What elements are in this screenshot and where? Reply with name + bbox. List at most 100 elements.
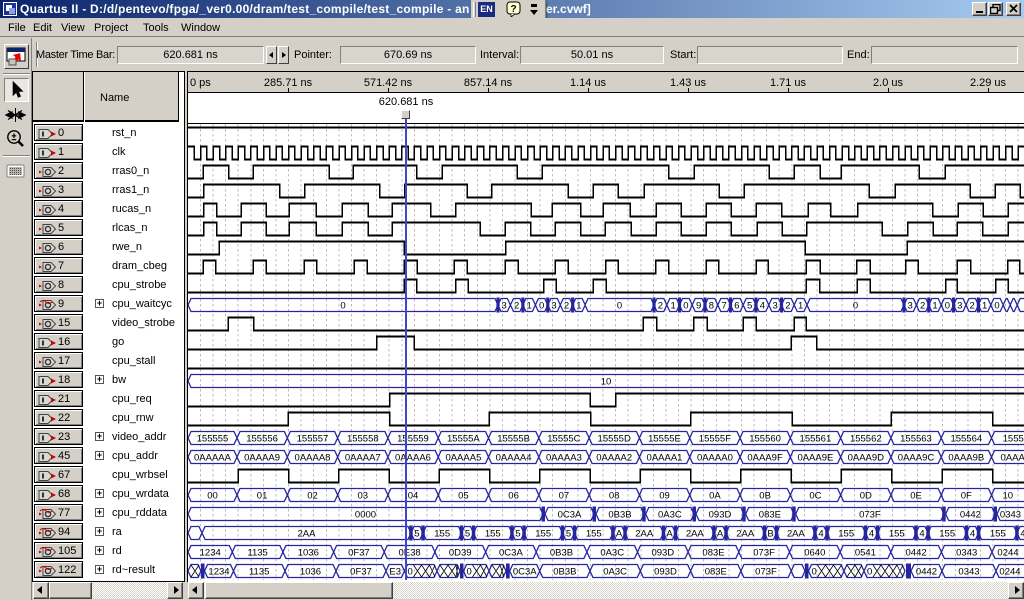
svg-text:15555D: 15555D [598,434,631,445]
svg-text:0B: 0B [759,491,771,502]
svg-text:0E: 0E [910,491,922,502]
svg-text:155565: 155565 [1003,434,1024,445]
svg-text:4: 4 [1020,529,1024,540]
svg-text:155: 155 [586,529,602,540]
svg-text:0A3C: 0A3C [603,567,627,578]
svg-text:0AAAA3: 0AAAA3 [546,453,582,464]
svg-text:1135: 1135 [249,567,269,578]
svg-text:073F: 073F [859,510,881,521]
svg-text:7: 7 [721,301,726,312]
svg-text:155555: 155555 [197,434,229,445]
svg-text:15555F: 15555F [699,434,731,445]
svg-text:5: 5 [465,529,470,540]
svg-text:2AA: 2AA [686,529,705,540]
svg-text:155559: 155559 [397,434,429,445]
svg-text:2: 2 [920,301,925,312]
svg-text:1036: 1036 [298,548,319,559]
svg-text:B: B [767,529,773,540]
svg-text:0: 0 [945,301,950,312]
svg-text:0AAAA6: 0AAAA6 [395,453,431,464]
svg-text:0A3C: 0A3C [600,548,624,559]
svg-text:0: 0 [867,567,872,578]
svg-text:6: 6 [734,301,739,312]
svg-text:0D: 0D [860,491,872,502]
svg-text:155558: 155558 [347,434,379,445]
svg-text:155564: 155564 [950,434,982,445]
svg-text:073F: 073F [755,567,777,578]
svg-text:0AAA9C: 0AAA9C [898,453,935,464]
svg-text:155: 155 [838,529,854,540]
svg-text:0D39: 0D39 [449,548,472,559]
svg-text:0AAAA9: 0AAAA9 [244,453,280,464]
svg-text:0442: 0442 [916,567,937,578]
svg-text:0A3C: 0A3C [658,510,682,521]
svg-text:0244: 0244 [997,548,1018,559]
svg-text:0AAAAA: 0AAAAA [194,453,232,464]
svg-text:093D: 093D [654,567,677,578]
svg-text:10: 10 [601,377,612,388]
svg-text:155563: 155563 [900,434,932,445]
svg-text:0B3B: 0B3B [550,548,573,559]
svg-text:2: 2 [970,301,975,312]
svg-text:10: 10 [1003,491,1014,502]
svg-text:1: 1 [670,301,675,312]
svg-text:5: 5 [747,301,752,312]
svg-text:3: 3 [908,301,913,312]
svg-text:0A: 0A [709,491,721,502]
svg-text:0AAAA0: 0AAAA0 [697,453,733,464]
svg-text:155: 155 [434,529,450,540]
svg-text:0442: 0442 [906,548,927,559]
svg-text:2AA: 2AA [635,529,654,540]
svg-text:3: 3 [551,301,556,312]
svg-text:1: 1 [576,301,581,312]
svg-text:0343: 0343 [958,567,979,578]
svg-text:0F37: 0F37 [348,548,370,559]
svg-text:093D: 093D [709,510,732,521]
svg-text:02: 02 [307,491,318,502]
svg-text:5: 5 [566,529,571,540]
svg-text:2AA: 2AA [298,529,317,540]
svg-text:0AAAA7: 0AAAA7 [345,453,381,464]
svg-text:0442: 0442 [960,510,981,521]
svg-text:155: 155 [535,529,551,540]
svg-text:3: 3 [772,301,777,312]
svg-text:0B3B: 0B3B [608,510,631,521]
svg-text:0: 0 [340,301,345,312]
svg-text:5: 5 [515,529,520,540]
svg-text:083E: 083E [702,548,724,559]
svg-text:00: 00 [207,491,218,502]
svg-text:0B3B: 0B3B [553,567,576,578]
svg-text:A: A [717,529,724,540]
svg-text:5: 5 [414,529,419,540]
svg-text:0000: 0000 [355,510,376,521]
svg-text:4: 4 [869,529,874,540]
svg-text:1: 1 [798,301,803,312]
svg-text:15555C: 15555C [547,434,580,445]
svg-text:0AAA9B: 0AAA9B [948,453,984,464]
svg-text:2: 2 [564,301,569,312]
svg-text:9: 9 [696,301,701,312]
svg-text:0: 0 [617,301,622,312]
svg-text:155: 155 [990,529,1006,540]
svg-text:3: 3 [502,301,507,312]
svg-text:0F37: 0F37 [350,567,372,578]
svg-text:0AAAA1: 0AAAA1 [647,453,683,464]
svg-text:4: 4 [760,301,765,312]
svg-text:0C3A: 0C3A [513,567,537,578]
svg-text:0C: 0C [809,491,821,502]
svg-text:0C3A: 0C3A [499,548,523,559]
svg-text:09: 09 [659,491,670,502]
svg-text:2AA: 2AA [736,529,755,540]
svg-text:2AA: 2AA [787,529,806,540]
svg-text:1135: 1135 [247,548,267,559]
svg-text:083E: 083E [705,567,727,578]
svg-text:1234: 1234 [200,548,221,559]
svg-text:0: 0 [994,301,999,312]
svg-text:083E: 083E [759,510,781,521]
svg-text:2: 2 [514,301,519,312]
svg-text:0: 0 [853,301,858,312]
svg-text:0: 0 [683,301,688,312]
svg-text:155560: 155560 [749,434,781,445]
svg-text:093D: 093D [651,548,674,559]
svg-text:0: 0 [408,567,413,578]
